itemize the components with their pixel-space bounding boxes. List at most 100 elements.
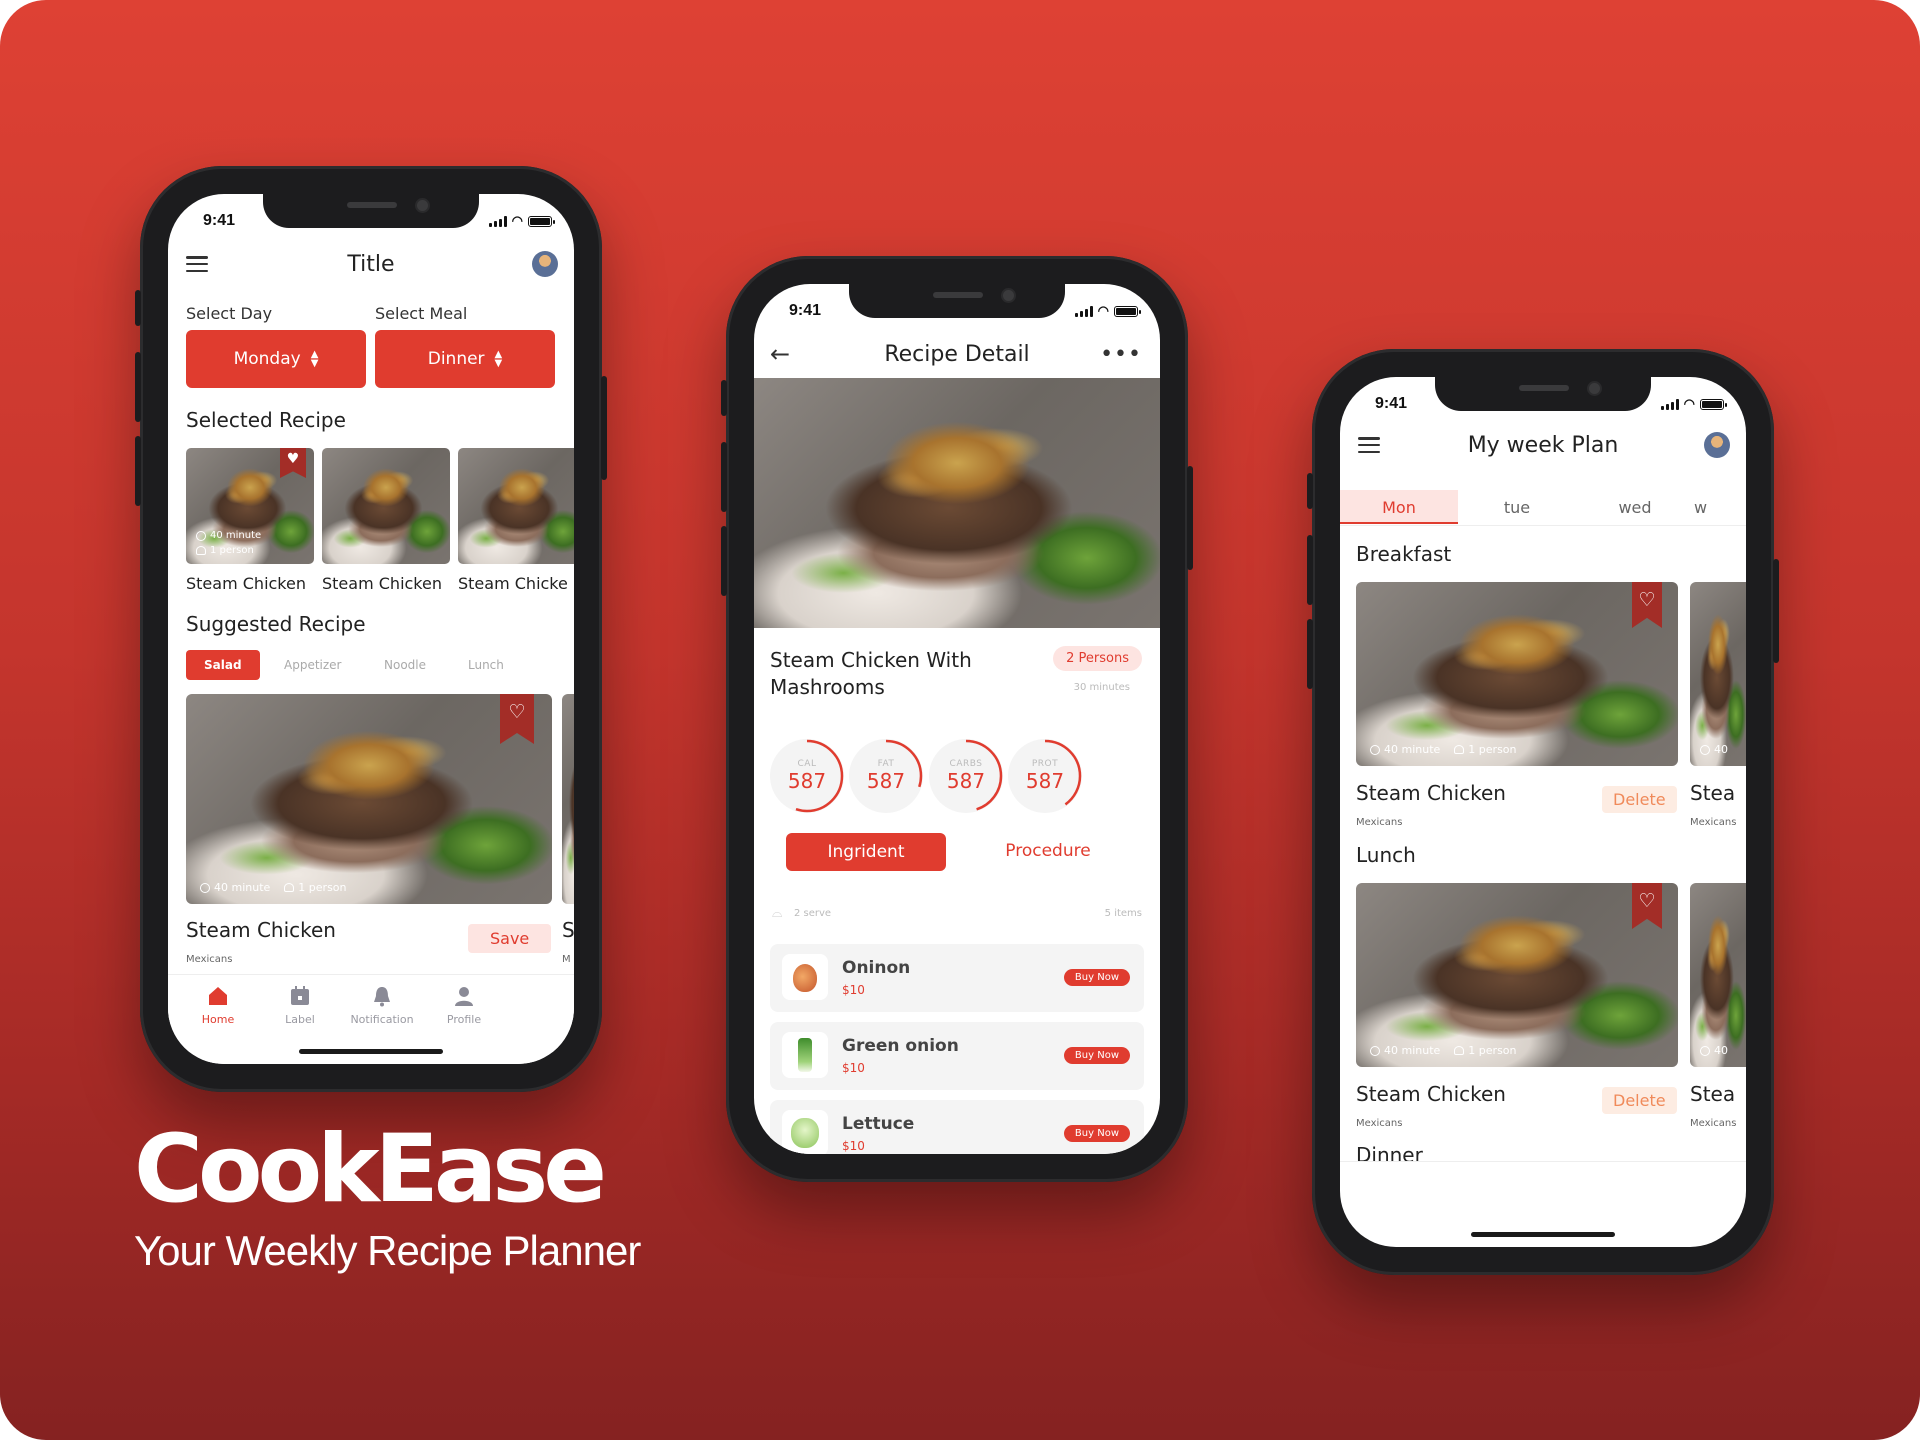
nav-notification-label: Notification — [350, 1013, 414, 1026]
serve-text: 2 serve — [794, 908, 832, 919]
save-button[interactable]: Save — [468, 924, 552, 953]
tab-mon[interactable]: Mon — [1340, 490, 1458, 524]
screen-home: 9:41 ◠ Title Select Day Select Meal Mond… — [168, 194, 574, 1064]
suggested-recipe-name: Steam Chicken — [186, 918, 336, 942]
battery-icon — [528, 215, 555, 227]
next-recipe-name: S — [562, 918, 574, 942]
meal-value: Dinner — [427, 349, 485, 369]
recipe-time: 40 minute — [1384, 743, 1441, 756]
next-recipe-cuisine: Mexicans — [1690, 1118, 1737, 1129]
recipe-name-line1: Steam Chicken With — [770, 648, 972, 672]
breakfast-recipe-name: Steam Chicken — [1356, 781, 1506, 805]
calendar-icon — [291, 986, 309, 1005]
select-meal-label: Select Meal — [375, 304, 468, 323]
buy-now-button[interactable]: Buy Now — [1063, 1047, 1130, 1064]
ingredient-row: Lettuce $10 Buy Now — [770, 1100, 1144, 1154]
lunch-heading: Lunch — [1356, 843, 1416, 867]
tab-tue[interactable]: tue — [1458, 490, 1576, 524]
tab-ingredient[interactable]: Ingrident — [786, 833, 946, 871]
recipe-people: 1 person — [298, 881, 347, 894]
green-onion-image — [782, 1032, 828, 1078]
selected-recipe-image-2[interactable] — [322, 448, 450, 564]
app-bar: My week Plan — [1340, 425, 1746, 465]
notch — [849, 284, 1065, 318]
next-recipe-cuisine: Mexicans — [1690, 817, 1737, 828]
home-indicator — [299, 1049, 443, 1054]
recipe-people: 1 person — [1468, 743, 1517, 756]
lunch-recipe-cuisine: Mexicans — [1356, 1118, 1403, 1129]
favorite-bookmark[interactable]: ♡ — [1632, 883, 1662, 929]
delete-button[interactable]: Delete — [1602, 786, 1677, 813]
tab-procedure[interactable]: Procedure — [968, 841, 1128, 861]
app-bar: ← Recipe Detail ••• — [754, 334, 1160, 374]
favorite-bookmark[interactable]: ♥ — [280, 448, 306, 478]
stat-value: 587 — [946, 769, 986, 793]
sort-arrows-icon: ▲ ▼ — [310, 349, 319, 369]
more-icon[interactable]: ••• — [1100, 342, 1142, 367]
stat-key: PROT — [1031, 759, 1059, 769]
next-lunch-image[interactable]: 40 — [1690, 883, 1746, 1067]
recipe-people: 1 person — [1468, 1044, 1517, 1057]
chip-lunch[interactable]: Lunch — [468, 658, 504, 672]
page-title: Recipe Detail — [884, 341, 1030, 367]
nutrition-stat-carbs: CARBS 587 — [929, 739, 1003, 813]
chip-appetizer[interactable]: Appetizer — [284, 658, 341, 672]
screen-recipe-detail: 9:41 ◠ ← Recipe Detail ••• Steam Chicken… — [754, 284, 1160, 1154]
heart-icon: ♡ — [508, 701, 526, 723]
favorite-bookmark[interactable]: ♡ — [500, 694, 534, 744]
nav-profile[interactable]: Profile — [424, 985, 504, 1026]
sort-arrows-icon: ▲ ▼ — [494, 349, 503, 369]
meal-select-button[interactable]: Dinner ▲ ▼ — [375, 330, 555, 388]
tab-next-day[interactable]: w — [1694, 490, 1724, 524]
nav-label[interactable]: Label — [260, 985, 340, 1026]
page-title: My week Plan — [1467, 432, 1619, 458]
chip-salad[interactable]: Salad — [186, 650, 260, 680]
dinner-heading-clip: Dinner — [1340, 1141, 1746, 1161]
next-recipe-image[interactable] — [562, 694, 574, 904]
selected-recipe-name: Steam Chicken — [186, 574, 306, 593]
breakfast-recipe-cuisine: Mexicans — [1356, 817, 1403, 828]
home-icon — [209, 987, 227, 1005]
tab-wed[interactable]: wed — [1576, 490, 1694, 524]
clock-icon — [1700, 744, 1710, 755]
back-arrow-icon[interactable]: ← — [770, 340, 790, 368]
next-recipe-name: Stea — [1690, 1082, 1736, 1106]
heart-icon: ♡ — [1638, 589, 1656, 611]
avatar[interactable] — [1704, 432, 1730, 458]
buy-now-button[interactable]: Buy Now — [1063, 1125, 1130, 1142]
heart-icon: ♡ — [1638, 890, 1656, 912]
delete-button[interactable]: Delete — [1602, 1087, 1677, 1114]
ingredient-price: $10 — [842, 1061, 865, 1075]
persons-badge: 2 Persons — [1053, 646, 1142, 671]
breakfast-recipe-image[interactable]: ♡ 40 minute 1 person — [1356, 582, 1678, 766]
battery-icon — [1114, 305, 1141, 317]
menu-icon[interactable] — [1358, 437, 1380, 453]
chip-noodle[interactable]: Noodle — [384, 658, 426, 672]
dinner-heading: Dinner — [1356, 1143, 1423, 1161]
next-breakfast-image[interactable]: 40 — [1690, 582, 1746, 766]
nutrition-stat-cal: CAL 587 — [770, 739, 844, 813]
avatar[interactable] — [532, 251, 558, 277]
selected-recipe-image-1[interactable]: ♥ 40 minute 1 person — [186, 448, 314, 564]
bell-icon — [374, 987, 390, 1007]
stat-value: 587 — [1025, 769, 1065, 793]
menu-icon[interactable] — [186, 256, 208, 272]
selected-recipe-heading: Selected Recipe — [186, 408, 346, 432]
clock-icon — [200, 882, 210, 893]
phone-week-plan: 9:41 ◠ My week Plan Mon tue wed w Breakf… — [1307, 349, 1779, 1275]
nav-notification[interactable]: Notification — [342, 985, 422, 1026]
nav-home[interactable]: Home — [178, 985, 258, 1026]
status-time: 9:41 — [1375, 395, 1408, 412]
home-indicator — [1471, 1232, 1615, 1237]
day-select-button[interactable]: Monday ▲ ▼ — [186, 330, 366, 388]
select-day-label: Select Day — [186, 304, 273, 323]
lunch-recipe-image[interactable]: ♡ 40 minute 1 person — [1356, 883, 1678, 1067]
duration-text: 30 minutes — [1073, 682, 1130, 693]
signal-icon — [1660, 398, 1679, 410]
recipe-time: 40 — [1714, 1044, 1728, 1057]
buy-now-button[interactable]: Buy Now — [1063, 969, 1130, 986]
status-time: 9:41 — [789, 302, 822, 319]
favorite-bookmark[interactable]: ♡ — [1632, 582, 1662, 628]
selected-recipe-image-3[interactable] — [458, 448, 574, 564]
suggested-recipe-image[interactable]: ♡ 40 minute 1 person — [186, 694, 552, 904]
